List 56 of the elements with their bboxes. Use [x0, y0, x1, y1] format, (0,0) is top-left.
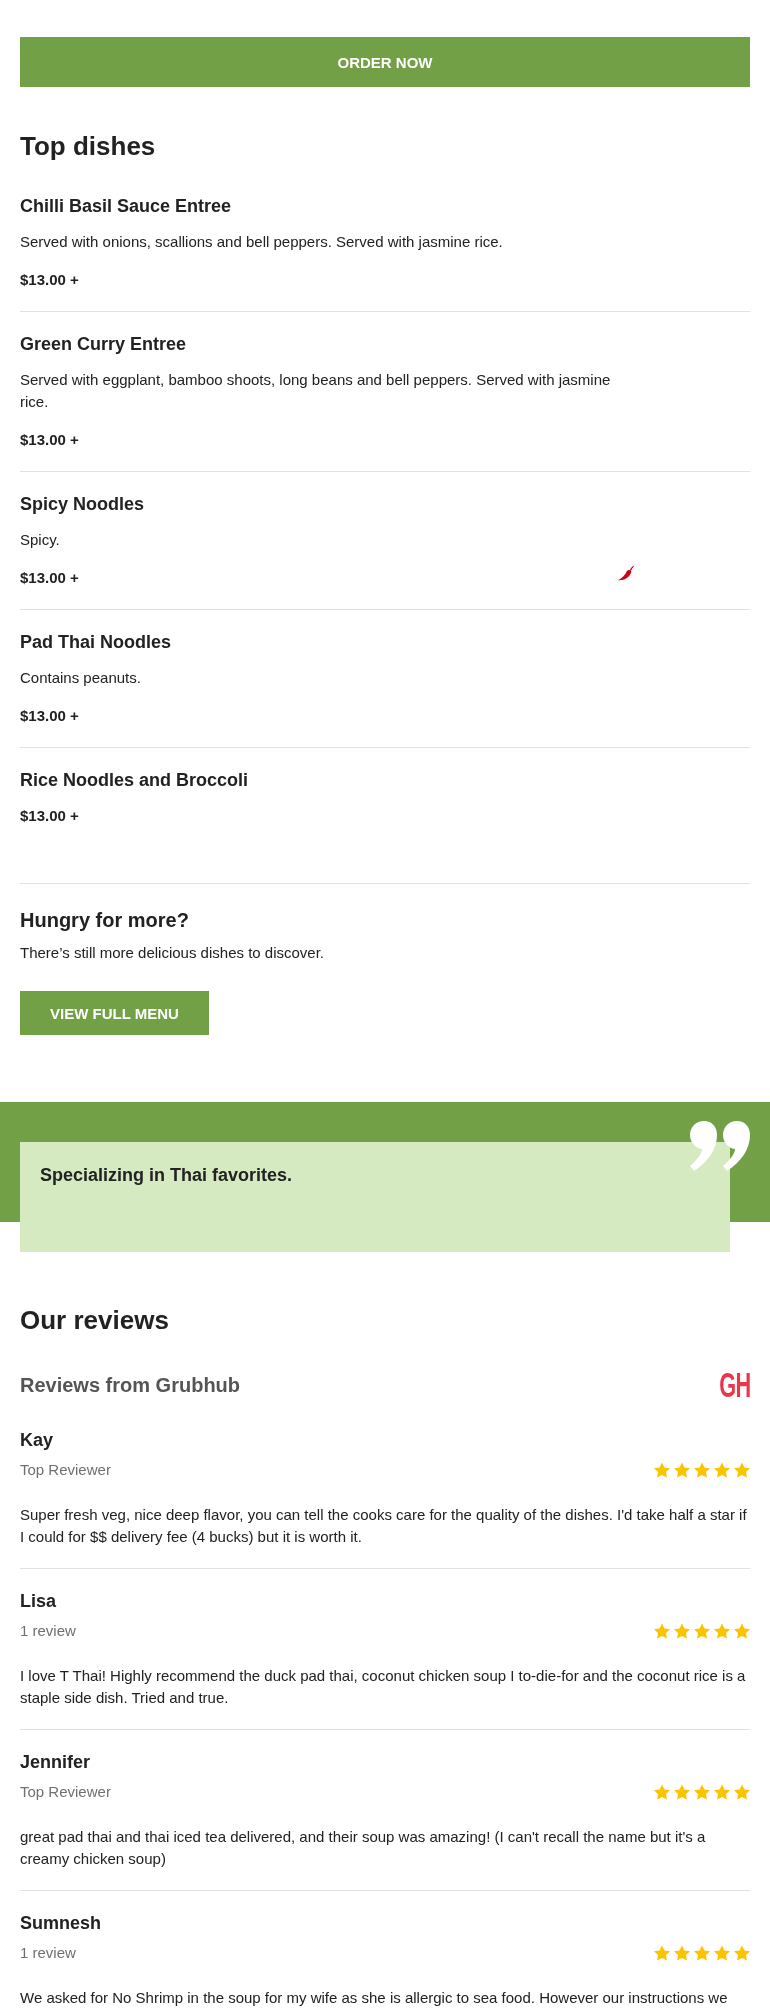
- dish-price: $13.00 +: [20, 706, 79, 726]
- section-heading: Hungry for more?: [20, 908, 190, 932]
- dish-name: Rice Noodles and Broccoli: [20, 769, 250, 792]
- reviewer-name: Jennifer: [20, 1751, 92, 1774]
- star-icon: [734, 1784, 750, 1800]
- star-icon: [654, 1945, 670, 1961]
- dish-name: Pad Thai Noodles: [20, 631, 173, 654]
- star-icon: [654, 1623, 670, 1639]
- dish-description: Served with eggplant, bamboo shoots, long beans and bell peppers. Served with jasmine rice.: [20, 370, 612, 412]
- reviewer-label: 1 review: [20, 1621, 76, 1641]
- star-icon: [714, 1945, 730, 1961]
- star-icon: [674, 1784, 690, 1800]
- star-icon: [674, 1945, 690, 1961]
- section-heading: Top dishes: [20, 130, 157, 162]
- star-icon: [694, 1784, 710, 1800]
- star-icon: [714, 1784, 730, 1800]
- section-heading: Our reviews: [20, 1304, 170, 1336]
- star-icon: [734, 1945, 750, 1961]
- review-text: great pad thai and thai iced tea delivered, and their soup was amazing! (I can't recall the name but it's a creamy chicken soup): [20, 1827, 707, 1869]
- star-icon: [734, 1623, 750, 1639]
- view-menu-button[interactable]: VIEW FULL MENU: [20, 991, 209, 1035]
- dish-price: $13.00 +: [20, 568, 79, 588]
- dish-description: Spicy.: [20, 530, 61, 550]
- star-icon: [654, 1784, 670, 1800]
- reviewer-name: Sumnesh: [20, 1912, 103, 1935]
- star-icon: [694, 1623, 710, 1639]
- star-icon: [674, 1462, 690, 1478]
- star-icon: [674, 1623, 690, 1639]
- dish-price: $13.00 +: [20, 270, 79, 290]
- quote-icon: [689, 1121, 750, 1171]
- section-text: There’s still more delicious dishes to discover.: [20, 943, 326, 963]
- reviewer-name: Kay: [20, 1429, 55, 1452]
- reviews-source-title: Reviews from Grubhub: [20, 1373, 241, 1398]
- star-icon: [714, 1462, 730, 1478]
- star-icon: [734, 1462, 750, 1478]
- dish-name: Green Curry Entree: [20, 333, 188, 356]
- quote-text: Specializing in Thai favorites.: [40, 1164, 294, 1187]
- review-text: Super fresh veg, nice deep flavor, you can tell the cooks care for the quality of the dishes. I'd take half a star if I could for $$ delivery fee (4 bucks) but it is worth it.: [20, 1505, 748, 1547]
- reviewer-label: Top Reviewer: [20, 1460, 111, 1480]
- dish-description: Served with onions, scallions and bell peppers. Served with jasmine rice.: [20, 232, 504, 252]
- reviewer-name: Lisa: [20, 1590, 58, 1613]
- reviewer-label: Top Reviewer: [20, 1782, 111, 1802]
- dish-description: Contains peanuts.: [20, 668, 142, 688]
- review-text: We asked for No Shrimp in the soup for my wife as she is allergic to sea food. However our instructions we: [20, 1988, 729, 2008]
- star-icon: [714, 1623, 730, 1639]
- dish-name: Spicy Noodles: [20, 493, 146, 516]
- dish-name: Chilli Basil Sauce Entree: [20, 195, 233, 218]
- source-logo: GH: [718, 1372, 750, 1398]
- star-icon: [694, 1462, 710, 1478]
- order-button[interactable]: ORDER NOW: [20, 37, 750, 87]
- star-icon: [654, 1462, 670, 1478]
- dish-price: $13.00 +: [20, 806, 79, 826]
- review-text: I love T Thai! Highly recommend the duck pad thai, coconut chicken soup I to-die-for and the coconut rice is a staple side dish. Tried and true.: [20, 1666, 747, 1708]
- reviewer-label: 1 review: [20, 1943, 76, 1963]
- star-icon: [694, 1945, 710, 1961]
- dish-price: $13.00 +: [20, 430, 79, 450]
